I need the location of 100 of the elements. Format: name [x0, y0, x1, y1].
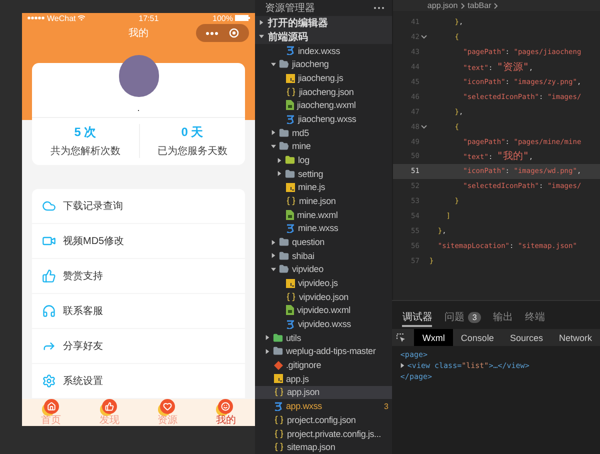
file-item[interactable]: vipvideo.js	[255, 276, 392, 290]
file-item[interactable]: app.json	[255, 386, 392, 400]
folder-item[interactable]: md5	[255, 126, 392, 140]
file-item[interactable]: sitemap.json	[255, 440, 392, 454]
file-name: jiaocheng.js	[298, 73, 344, 84]
caret-down-icon[interactable]	[271, 144, 276, 149]
thumbs-up-icon	[42, 269, 56, 283]
fold-chevron-icon[interactable]	[421, 35, 428, 40]
caret-right-icon[interactable]	[271, 240, 276, 245]
cloud-icon	[42, 199, 56, 213]
file-item[interactable]: vipvideo.wxss	[255, 317, 392, 331]
folder-item[interactable]: shibai	[255, 248, 392, 263]
panel-tab[interactable]: Sources	[502, 329, 551, 346]
folder-item[interactable]: weplug-add-tips-master	[255, 344, 392, 358]
file-name: vipvideo.wxml	[297, 305, 352, 316]
devtools-tab[interactable]: 问题 3	[444, 309, 481, 327]
capsule-menu[interactable]	[196, 24, 249, 42]
devtools-tab[interactable]: 调试器	[402, 309, 432, 327]
section-header[interactable]: 打开的编辑器	[255, 16, 392, 30]
file-name: jiaocheng.json	[299, 86, 355, 97]
caret-right-icon[interactable]	[259, 20, 264, 26]
folder-item[interactable]: vipvideo	[255, 262, 392, 276]
chevron-right-icon	[494, 2, 498, 8]
file-item[interactable]: index.wxss	[255, 44, 392, 58]
file-item[interactable]: jiaocheng.wxss	[255, 112, 392, 126]
panel-tab[interactable]: Console	[452, 329, 502, 346]
file-item[interactable]: jiaocheng.wxml	[255, 98, 392, 112]
caret-right-icon[interactable]	[265, 335, 270, 340]
file-name: project.config.json	[287, 414, 357, 425]
file-item[interactable]: mine.wxss	[255, 222, 392, 236]
file-name: setting	[298, 168, 324, 179]
menu-item[interactable]: 赞赏支持	[32, 259, 245, 294]
js-file-icon	[274, 374, 283, 384]
file-name: mine.js	[298, 182, 326, 192]
breadcrumb-item[interactable]: app.json	[427, 1, 458, 10]
file-item[interactable]: mine.js	[255, 180, 392, 194]
tab-item[interactable]: 我的	[196, 399, 255, 426]
folder-item[interactable]: log	[255, 153, 392, 167]
file-item[interactable]: app.js	[255, 372, 392, 386]
more-icon[interactable]	[206, 32, 218, 35]
file-item[interactable]: vipvideo.wxml	[255, 304, 392, 318]
inspect-icon[interactable]	[396, 332, 406, 342]
folder-item[interactable]: mine	[255, 140, 392, 154]
clock-time: 17:51	[138, 14, 159, 23]
fold-chevron-icon[interactable]	[421, 124, 428, 129]
menu-item[interactable]: 联系客服	[32, 294, 245, 329]
folder-item[interactable]: utils	[255, 330, 392, 345]
file-item[interactable]: jiaocheng.json	[255, 84, 392, 99]
devtools-tab[interactable]: 输出	[492, 309, 513, 327]
file-item[interactable]: project.private.config.js...	[255, 426, 392, 440]
caret-right-icon[interactable]	[400, 363, 406, 368]
caret-right-icon[interactable]	[277, 171, 282, 176]
headset-icon	[42, 304, 56, 318]
file-item[interactable]: jiaocheng.js	[255, 71, 392, 85]
caret-down-icon[interactable]	[271, 62, 276, 67]
menu-item[interactable]: 视频MD5修改	[32, 224, 245, 259]
file-item[interactable]: project.config.json	[255, 413, 392, 427]
file-icon	[286, 305, 294, 316]
file-name: utils	[286, 332, 302, 343]
folder-item[interactable]: question	[255, 235, 392, 249]
more-icon[interactable]	[374, 6, 384, 9]
panel-tab[interactable]: Wxml	[414, 329, 453, 346]
menu-item[interactable]: 下载记录查询	[32, 189, 245, 224]
breadcrumb-item[interactable]: tabBar	[468, 1, 492, 10]
stat-value: 0 天	[181, 124, 204, 141]
caret-down-icon[interactable]	[259, 34, 264, 40]
file-item[interactable]: mine.json	[255, 194, 392, 208]
stat-label: 已为您服务天数	[157, 144, 228, 158]
css-file-icon	[286, 320, 295, 329]
count-badge: 3	[468, 312, 481, 322]
file-item[interactable]: .gitignore	[255, 358, 392, 372]
file-item[interactable]: mine.wxml	[255, 208, 392, 222]
caret-down-icon[interactable]	[271, 266, 276, 272]
file-name: shibai	[292, 250, 316, 261]
problem-count: 3	[384, 402, 388, 411]
caret-right-icon[interactable]	[271, 253, 276, 258]
battery-icon	[234, 15, 250, 22]
css-file-icon	[286, 224, 295, 233]
caret-right-icon[interactable]	[265, 348, 270, 354]
file-item[interactable]: vipvideo.json	[255, 290, 392, 304]
panel-tab[interactable]: Network	[550, 329, 600, 346]
braces-icon	[274, 414, 284, 425]
page-title: 我的	[128, 26, 148, 40]
folder-item[interactable]: jiaocheng	[255, 58, 392, 72]
braces-icon	[274, 387, 284, 398]
file-icon	[286, 210, 294, 220]
css-file-icon	[286, 46, 295, 56]
caret-right-icon[interactable]	[271, 130, 276, 136]
file-item[interactable]: app.wxss 3	[255, 399, 392, 413]
folder-item[interactable]: setting	[255, 166, 392, 181]
settings-icon	[42, 374, 56, 388]
target-icon[interactable]	[229, 28, 240, 38]
file-name: project.private.config.js...	[287, 428, 382, 438]
caret-right-icon[interactable]	[277, 158, 282, 163]
js-file-icon	[286, 74, 295, 83]
section-header[interactable]: 前端源码	[255, 30, 392, 44]
file-name: app.js	[286, 374, 310, 384]
file-name: mine	[292, 141, 312, 152]
menu-item[interactable]: 分享好友	[32, 329, 245, 364]
devtools-tab[interactable]: 终端	[524, 309, 545, 327]
